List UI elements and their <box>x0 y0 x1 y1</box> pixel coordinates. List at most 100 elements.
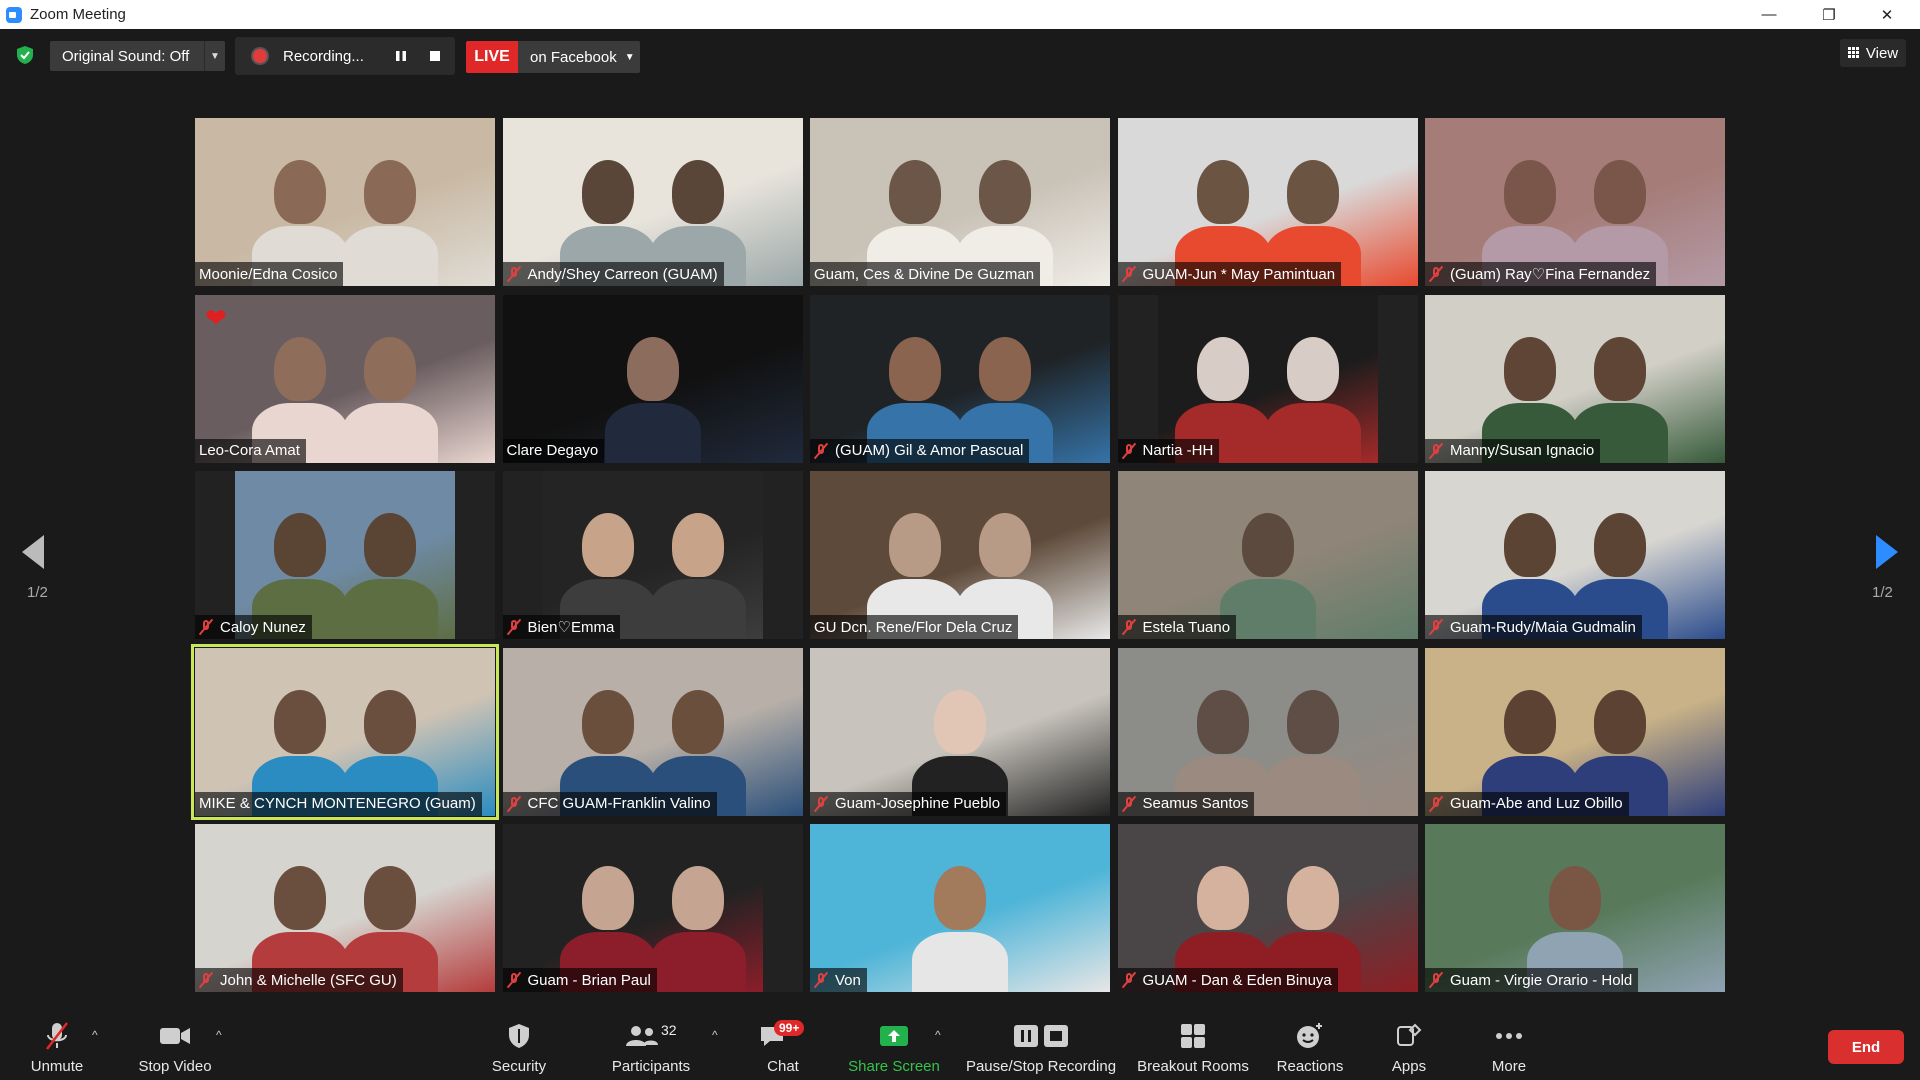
view-label[interactable]: View <box>1866 45 1898 62</box>
chat-button[interactable]: 99+ Chat <box>756 1008 810 1080</box>
share-options-caret-icon[interactable]: ^ <box>935 1028 941 1042</box>
chevron-down-icon[interactable]: ▼ <box>625 52 635 63</box>
muted-microphone-icon <box>1429 796 1443 812</box>
breakout-rooms-label[interactable]: Breakout Rooms <box>1137 1058 1249 1075</box>
participant-video-tile[interactable]: Guam-Josephine Pueblo <box>810 647 1110 816</box>
stop-video-label[interactable]: Stop Video <box>138 1058 211 1075</box>
participant-video-tile[interactable]: Andy/Shey Carreon (GUAM) <box>502 118 803 286</box>
participant-name-tag: Guam-Josephine Pueblo <box>810 791 1007 816</box>
share-screen-button[interactable]: Share Screen <box>846 1008 942 1080</box>
video-gallery: Moonie/Edna Cosico Andy/Shey Carreon (GUA… <box>191 118 1725 992</box>
live-destination-dropdown[interactable]: on Facebook ▼ <box>518 41 640 73</box>
participant-name: Caloy Nunez <box>220 618 306 636</box>
breakout-rooms-button[interactable]: Breakout Rooms <box>1135 1008 1251 1080</box>
participant-name: Manny/Susan Ignacio <box>1450 442 1595 459</box>
participant-video-tile[interactable]: Moonie/Edna Cosico <box>195 118 495 286</box>
live-badge[interactable]: LIVE <box>466 41 518 73</box>
participant-video-tile[interactable]: ❤ Leo-Cora Amat <box>195 294 495 463</box>
participant-name: GUAM - Dan & Eden Binuya <box>1142 971 1332 989</box>
chat-label[interactable]: Chat <box>767 1058 799 1075</box>
participant-name: Andy/Shey Carreon (GUAM) <box>527 265 718 283</box>
page-indicator-right: 1/2 <box>1872 584 1893 601</box>
security-button[interactable]: Security <box>488 1008 550 1080</box>
apps-label[interactable]: Apps <box>1392 1058 1426 1075</box>
participant-video-tile[interactable]: GUAM - Dan & Eden Binuya <box>1117 824 1418 992</box>
participant-name: John & Michelle (SFC GU) <box>220 971 397 989</box>
original-sound-toggle[interactable]: Original Sound: Off ▼ <box>50 41 225 71</box>
participant-video-tile[interactable]: Estela Tuano <box>1117 471 1418 639</box>
video-options-caret-icon[interactable]: ^ <box>216 1028 222 1042</box>
apps-button[interactable]: Apps <box>1382 1008 1436 1080</box>
participant-name: Leo-Cora Amat <box>199 442 300 459</box>
participant-head <box>1594 336 1646 401</box>
participant-name: GU Dcn. Rene/Flor Dela Cruz <box>814 618 1013 636</box>
pause-stop-recording-label[interactable]: Pause/Stop Recording <box>966 1058 1116 1075</box>
participant-video-tile[interactable]: Von <box>810 824 1110 992</box>
participant-head <box>364 689 416 754</box>
security-label[interactable]: Security <box>492 1058 546 1075</box>
participant-name: Clare Degayo <box>506 442 599 459</box>
pause-icon <box>396 51 406 61</box>
end-meeting-button[interactable]: End <box>1828 1030 1904 1064</box>
participant-body <box>1264 402 1361 463</box>
participant-video-tile[interactable]: Manny/Susan Ignacio <box>1425 294 1725 463</box>
previous-page-arrow-icon[interactable] <box>22 535 44 569</box>
participant-video-tile[interactable]: Bien♡Emma <box>502 471 803 639</box>
participant-video-tile[interactable]: Clare Degayo <box>502 294 803 463</box>
participant-name: Bien♡Emma <box>527 619 615 636</box>
participant-video-tile[interactable]: CFC GUAM-Franklin Valino <box>502 647 803 816</box>
unmute-label[interactable]: Unmute <box>31 1058 84 1075</box>
reactions-button[interactable]: Reactions <box>1273 1008 1347 1080</box>
participant-name: Guam-Rudy/Maia Gudmalin <box>1450 618 1636 636</box>
participant-video-tile[interactable]: MIKE & CYNCH MONTENEGRO (Guam) <box>191 643 499 820</box>
pause-stop-recording-button[interactable]: Pause/Stop Recording <box>960 1008 1122 1080</box>
participant-video-tile[interactable]: GUAM-Jun * May Pamintuan <box>1117 118 1418 286</box>
encryption-shield-icon[interactable] <box>15 45 35 65</box>
share-screen-arrow-icon <box>880 1026 908 1046</box>
stop-video-button[interactable]: Stop Video <box>135 1008 215 1080</box>
participant-video-tile[interactable]: Nartia -HH <box>1117 294 1418 463</box>
participant-head <box>1196 336 1249 401</box>
chevron-down-icon[interactable]: ▼ <box>204 41 225 71</box>
next-page-arrow-icon[interactable] <box>1876 535 1898 569</box>
muted-microphone-icon <box>507 266 521 282</box>
reactions-label[interactable]: Reactions <box>1277 1058 1344 1075</box>
participants-caret-icon[interactable]: ^ <box>712 1028 718 1042</box>
participants-button[interactable]: 32 Participants <box>610 1008 692 1080</box>
pause-recording-button[interactable] <box>393 48 409 64</box>
apps-icon <box>1397 1023 1422 1046</box>
participant-video-tile[interactable]: Guam - Virgie Orario - Hold <box>1425 824 1725 992</box>
original-sound-label[interactable]: Original Sound: Off <box>50 48 204 65</box>
video-camera-icon <box>160 1028 190 1044</box>
view-button[interactable]: View <box>1840 39 1906 67</box>
more-button[interactable]: More <box>1482 1008 1536 1080</box>
more-label[interactable]: More <box>1492 1058 1526 1075</box>
participant-video-tile[interactable]: John & Michelle (SFC GU) <box>195 824 495 992</box>
participant-head <box>1241 513 1294 577</box>
restore-button[interactable]: ❐ <box>1806 0 1852 29</box>
participant-video-tile[interactable]: Guam, Ces & Divine De Guzman <box>810 118 1110 286</box>
participant-video-tile[interactable]: Guam-Rudy/Maia Gudmalin <box>1425 471 1725 639</box>
participant-video-tile[interactable]: GU Dcn. Rene/Flor Dela Cruz <box>810 471 1110 639</box>
minimize-button[interactable]: — <box>1746 0 1792 29</box>
participant-video-tile[interactable]: Guam - Brian Paul <box>502 824 803 992</box>
participant-video-tile[interactable]: (Guam) Ray♡Fina Fernandez <box>1425 118 1725 286</box>
participant-video-tile[interactable]: Guam-Abe and Luz Obillo <box>1425 647 1725 816</box>
close-button[interactable]: ✕ <box>1864 0 1910 29</box>
muted-microphone-icon <box>1122 619 1136 635</box>
participant-name: Estela Tuano <box>1142 618 1231 636</box>
participant-name: Guam-Abe and Luz Obillo <box>1450 795 1623 812</box>
participant-video-tile[interactable]: Seamus Santos <box>1117 647 1418 816</box>
unmute-button[interactable]: Unmute <box>26 1008 88 1080</box>
participant-video-tile[interactable]: (GUAM) Gil & Amor Pascual <box>810 294 1110 463</box>
participants-icon <box>626 1026 658 1046</box>
share-screen-label[interactable]: Share Screen <box>848 1058 940 1075</box>
participant-video-tile[interactable]: Caloy Nunez <box>195 471 495 639</box>
audio-options-caret-icon[interactable]: ^ <box>92 1028 98 1042</box>
participant-head <box>1594 160 1646 224</box>
live-destination-label[interactable]: on Facebook <box>530 49 617 66</box>
participants-label[interactable]: Participants <box>612 1058 690 1075</box>
more-ellipsis-icon <box>1496 1033 1522 1039</box>
participant-name-tag: MIKE & CYNCH MONTENEGRO (Guam) <box>195 791 482 816</box>
stop-recording-button[interactable] <box>427 48 443 64</box>
